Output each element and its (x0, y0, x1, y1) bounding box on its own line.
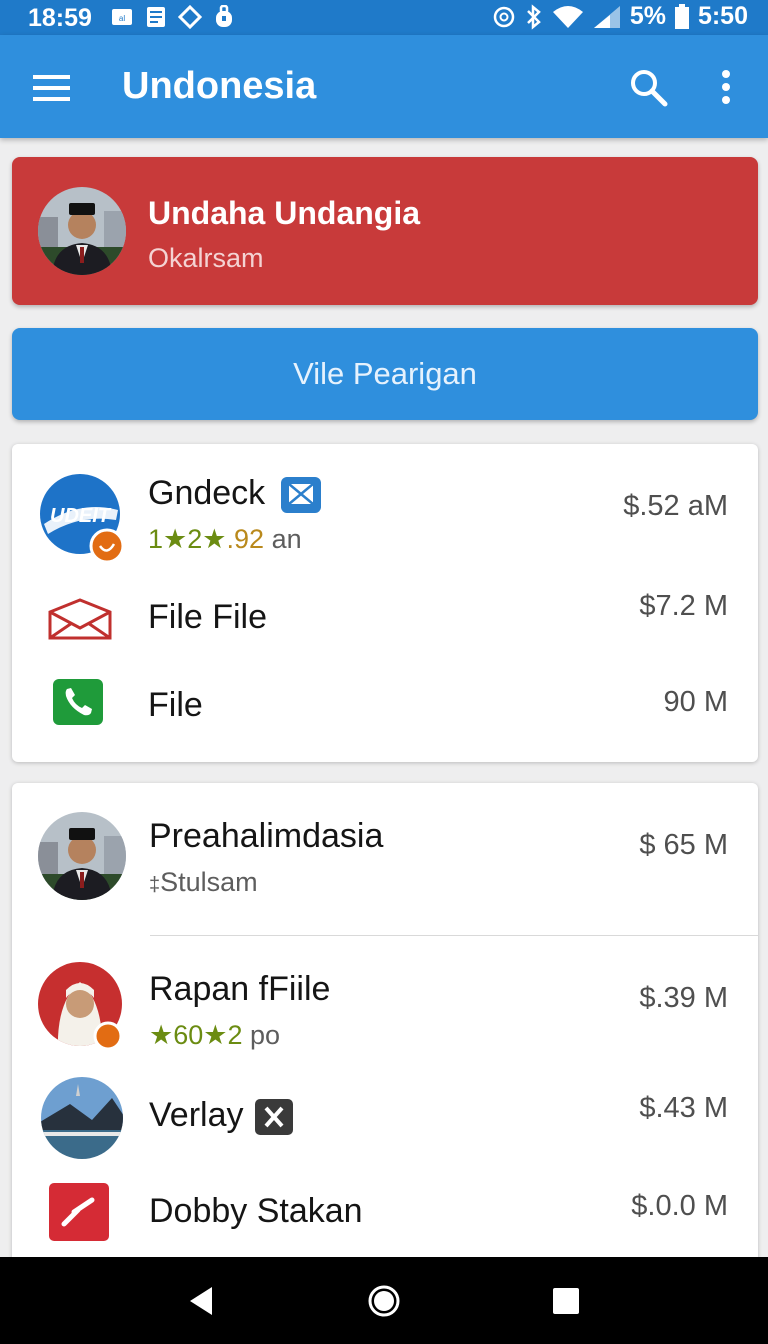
verified-mail-icon (281, 477, 321, 513)
app-bar: Undonesia (0, 35, 768, 138)
system-nav-bar (0, 1257, 768, 1344)
wifi-icon (552, 5, 583, 28)
promo-title: Undaha Undangia (148, 195, 421, 231)
avatar (38, 812, 126, 900)
list-item-title: Verlay (149, 1096, 244, 1134)
list-item-title: Rapan fFiile (149, 970, 331, 1008)
cell-signal-icon (593, 5, 620, 28)
promo-subtitle: Okalrsam (148, 243, 264, 273)
primary-action-button[interactable]: Vile Pearigan (12, 328, 758, 420)
rating-c: .92 (226, 524, 265, 554)
star-icon: ★ (149, 1020, 174, 1050)
landmark-image-icon (41, 1077, 123, 1159)
notification-icons: al (110, 5, 236, 29)
list-item-verlay[interactable]: Verlay $.43 M (12, 1064, 758, 1164)
list-card: UDEIT Gndeck 1★2★.92 an $.52 aM File Fil… (12, 444, 758, 762)
battery-percent: 5% (629, 2, 666, 30)
app-logo-icon: UDEIT (40, 474, 124, 564)
rating-b: 2 (227, 1020, 243, 1050)
list-item-preahalimdasia[interactable]: Preahalimdasia ‡Stulsam $ 65 M (12, 783, 758, 935)
hamburger-icon[interactable] (30, 71, 74, 105)
rating-line: ★60★2 po (149, 1020, 280, 1051)
list-item-title: File File (148, 598, 268, 636)
list-item-file-file[interactable]: File File $7.2 M (12, 574, 758, 664)
phone-icon (53, 679, 103, 725)
recents-icon[interactable] (548, 1283, 584, 1319)
star-icon: ★ (202, 524, 227, 554)
avatar (38, 962, 123, 1051)
alarm-icon (493, 6, 515, 27)
list-item-value: $.52 aM (623, 490, 728, 522)
more-vert-icon[interactable] (712, 67, 740, 109)
status-bar: 18:59 al 5% 5:50 (0, 0, 768, 35)
subtitle-text: Stulsam (160, 867, 258, 897)
notification-lock-icon (216, 5, 232, 27)
list-item-subtitle: ‡Stulsam (149, 867, 258, 898)
rating-b: 2 (187, 524, 203, 554)
back-icon[interactable] (186, 1283, 222, 1319)
list-item-value: $.43 M (639, 1092, 728, 1124)
notification-app-icon: al (112, 9, 132, 25)
list-item-value: $ 65 M (639, 829, 728, 861)
list-item-title: Dobby Stakan (149, 1192, 363, 1230)
mail-icon (48, 598, 112, 640)
list-item-file[interactable]: File 90 M (12, 664, 758, 762)
list-item-value: $.0.0 M (631, 1190, 728, 1222)
rating-a: 1 (148, 524, 164, 554)
list-item-value: $.39 M (639, 982, 728, 1014)
app-logo-text: UDEIT (50, 505, 112, 527)
rating-a: 60 (173, 1020, 204, 1050)
avatar (38, 187, 126, 275)
list-item-title: Gndeck (148, 474, 266, 512)
list-item-title: File (148, 686, 203, 724)
rating-suffix: an (271, 524, 302, 554)
svg-text:al: al (119, 14, 125, 23)
battery-icon (674, 3, 689, 29)
list-item-value: 90 M (663, 686, 728, 718)
close-badge-icon[interactable] (254, 1098, 294, 1136)
star-icon: ★ (163, 524, 188, 554)
promo-card[interactable]: Undaha Undangia Okalrsam (12, 157, 758, 305)
notification-news-icon (147, 7, 165, 27)
subtitle-mark: ‡ (149, 874, 161, 896)
list-item-value: $7.2 M (639, 590, 728, 622)
list-card: Preahalimdasia ‡Stulsam $ 65 M Rapan fFi… (12, 783, 758, 1263)
status-right: 5% 5:50 (492, 2, 748, 31)
notification-diamond-icon (178, 5, 202, 29)
bluetooth-icon (526, 3, 541, 30)
rating-line: 1★2★.92 an (148, 524, 302, 555)
list-item-rapan[interactable]: Rapan fFiile ★60★2 po $.39 M (12, 936, 758, 1064)
status-time: 18:59 (28, 4, 92, 32)
rating-suffix: po (250, 1020, 281, 1050)
list-item-gndeck[interactable]: UDEIT Gndeck 1★2★.92 an $.52 aM (12, 444, 758, 574)
list-item-title: Preahalimdasia (149, 817, 384, 855)
search-icon[interactable] (628, 67, 670, 109)
status-clock: 5:50 (697, 2, 748, 30)
star-icon: ★ (203, 1020, 228, 1050)
page-title: Undonesia (122, 65, 317, 107)
task-check-icon (49, 1183, 109, 1241)
home-icon[interactable] (366, 1283, 402, 1319)
list-item-dobby-stakan[interactable]: Dobby Stakan $.0.0 M (12, 1164, 758, 1263)
